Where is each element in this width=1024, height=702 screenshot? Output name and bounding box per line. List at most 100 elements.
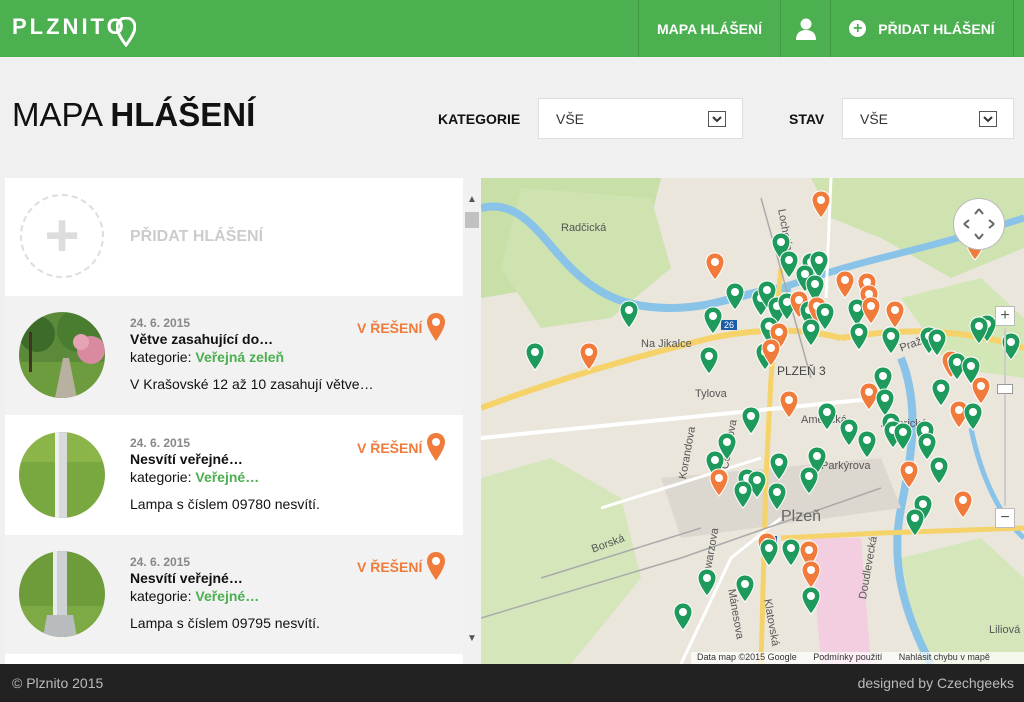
status-badge: V ŘEŠENÍ <box>357 559 423 575</box>
orange-map-pin-icon[interactable] <box>579 342 599 371</box>
user-icon <box>795 18 816 40</box>
green-map-pin-icon[interactable] <box>781 538 801 567</box>
report-title[interactable]: Větve zasahující do… <box>130 331 273 347</box>
green-map-pin-icon[interactable] <box>703 306 723 335</box>
list-scrollbar[interactable]: ▲ ▼ <box>463 178 481 664</box>
green-map-pin-icon[interactable] <box>881 326 901 355</box>
reports-map[interactable]: Radčická Na Jikalce Lochotínská PLZEŇ 3 … <box>481 178 1024 664</box>
status-badge: V ŘEŠENÍ <box>357 440 423 456</box>
nav-map-reports[interactable]: MAPA HLÁŠENÍ <box>638 0 780 57</box>
green-map-pin-icon[interactable] <box>699 346 719 375</box>
orange-map-pin-icon[interactable] <box>885 300 905 329</box>
green-map-pin-icon[interactable] <box>905 508 925 537</box>
green-map-pin-icon[interactable] <box>697 568 717 597</box>
green-map-pin-icon[interactable] <box>741 406 761 435</box>
orange-map-pin-icon[interactable] <box>953 490 973 519</box>
category-name[interactable]: Veřejná zeleň <box>195 349 284 365</box>
map-report-error-link[interactable]: Nahlásit chybu v mapě <box>899 652 990 662</box>
report-date: 24. 6. 2015 <box>130 555 191 569</box>
category-name[interactable]: Veřejné… <box>195 469 259 485</box>
report-description: V Krašovské 12 až 10 zasahují větve… <box>130 376 374 392</box>
map-data-credit: Data map ©2015 Google <box>697 652 797 662</box>
designer-credit[interactable]: designed by Czechgeeks <box>858 675 1014 691</box>
orange-map-pin-icon[interactable] <box>705 252 725 281</box>
report-date: 24. 6. 2015 <box>130 436 191 450</box>
orange-map-pin-icon[interactable] <box>779 390 799 419</box>
page-footer: © Plznito 2015 designed by Czechgeeks <box>0 664 1024 702</box>
green-map-pin-icon[interactable] <box>525 342 545 371</box>
map-terms-link[interactable]: Podmínky použití <box>813 652 882 662</box>
category-name[interactable]: Veřejné… <box>195 588 259 604</box>
green-map-pin-icon[interactable] <box>779 250 799 279</box>
reports-list: + PŘIDAT HLÁŠENÍ 24. 6. 2015 Větve zasah… <box>5 178 463 664</box>
add-report-item[interactable]: + PŘIDAT HLÁŠENÍ <box>5 178 463 296</box>
green-map-pin-icon[interactable] <box>929 456 949 485</box>
report-date: 24. 6. 2015 <box>130 316 191 330</box>
green-map-pin-icon[interactable] <box>849 322 869 351</box>
orange-map-pin-icon[interactable] <box>971 376 991 405</box>
logo[interactable]: PLZNITO <box>12 14 127 40</box>
report-title[interactable]: Nesvítí veřejné… <box>130 451 243 467</box>
page-title-light: MAPA <box>12 96 111 133</box>
report-list-item[interactable]: 24. 6. 2015 Větve zasahující do… kategor… <box>5 296 463 415</box>
orange-map-pin-icon[interactable] <box>861 296 881 325</box>
orange-pin-icon <box>427 433 445 461</box>
report-title[interactable]: Nesvítí veřejné… <box>130 570 243 586</box>
orange-pin-icon <box>427 552 445 580</box>
green-map-pin-icon[interactable] <box>893 422 913 451</box>
orange-map-pin-icon[interactable] <box>811 190 831 219</box>
zoom-slider-track[interactable] <box>1004 328 1006 506</box>
zoom-in-button[interactable]: + <box>995 306 1015 326</box>
category-select[interactable]: VŠE <box>538 98 743 139</box>
user-account-button[interactable] <box>780 0 830 57</box>
green-map-pin-icon[interactable] <box>917 432 937 461</box>
map-pan-control[interactable] <box>953 198 1005 250</box>
add-plus-icon: + <box>20 194 104 278</box>
green-map-pin-icon[interactable] <box>769 452 789 481</box>
orange-map-pin-icon[interactable] <box>801 560 821 589</box>
report-category: kategorie: Veřejná zeleň <box>130 349 284 365</box>
category-prefix: kategorie: <box>130 469 196 485</box>
scroll-up-arrow-icon[interactable]: ▲ <box>467 194 477 205</box>
state-filter-label: STAV <box>789 111 825 127</box>
green-map-pin-icon[interactable] <box>963 402 983 431</box>
green-map-pin-icon[interactable] <box>857 430 877 459</box>
report-category: kategorie: Veřejné… <box>130 469 259 485</box>
pan-arrows-icon <box>963 208 995 240</box>
green-map-pin-icon[interactable] <box>735 574 755 603</box>
page-title-bold: HLÁŠENÍ <box>110 96 256 133</box>
green-map-pin-icon[interactable] <box>931 378 951 407</box>
scroll-down-arrow-icon[interactable]: ▼ <box>467 633 477 644</box>
nav-add-report-button[interactable]: + PŘIDAT HLÁŠENÍ <box>830 0 1014 57</box>
report-list-item[interactable]: 24. 6. 2015 Nesvítí veřejné… kategorie: … <box>5 535 463 654</box>
green-map-pin-icon[interactable] <box>673 602 693 631</box>
green-map-pin-icon[interactable] <box>759 538 779 567</box>
copyright-text: © Plznito 2015 <box>12 675 104 691</box>
green-map-pin-icon[interactable] <box>725 282 745 311</box>
nav-add-report-label: PŘIDAT HLÁŠENÍ <box>878 20 995 37</box>
green-map-pin-icon[interactable] <box>767 482 787 511</box>
orange-map-pin-icon[interactable] <box>835 270 855 299</box>
zoom-slider-handle[interactable] <box>997 384 1013 394</box>
logo-pin-icon <box>116 17 136 47</box>
green-map-pin-icon[interactable] <box>619 300 639 329</box>
zoom-out-button[interactable]: − <box>995 508 1015 528</box>
green-map-pin-icon[interactable] <box>733 480 753 509</box>
orange-map-pin-icon[interactable] <box>899 460 919 489</box>
category-filter-label: KATEGORIE <box>438 111 521 127</box>
report-description: Lampa s číslem 09795 nesvítí. <box>130 615 320 631</box>
state-select[interactable]: VŠE <box>842 98 1014 139</box>
green-map-pin-icon[interactable] <box>875 388 895 417</box>
green-map-pin-icon[interactable] <box>801 586 821 615</box>
report-list-item[interactable]: 24. 6. 2015 Nesvítí veřejné… kategorie: … <box>5 416 463 535</box>
orange-map-pin-icon[interactable] <box>859 382 879 411</box>
scrollbar-thumb[interactable] <box>465 212 479 228</box>
green-map-pin-icon[interactable] <box>799 466 819 495</box>
orange-map-pin-icon[interactable] <box>709 468 729 497</box>
chevron-down-icon <box>708 111 726 127</box>
state-select-value: VŠE <box>860 111 889 127</box>
green-map-pin-icon[interactable] <box>817 402 837 431</box>
report-category: kategorie: Veřejné… <box>130 588 259 604</box>
green-map-pin-icon[interactable] <box>801 318 821 347</box>
green-map-pin-icon[interactable] <box>839 418 859 447</box>
